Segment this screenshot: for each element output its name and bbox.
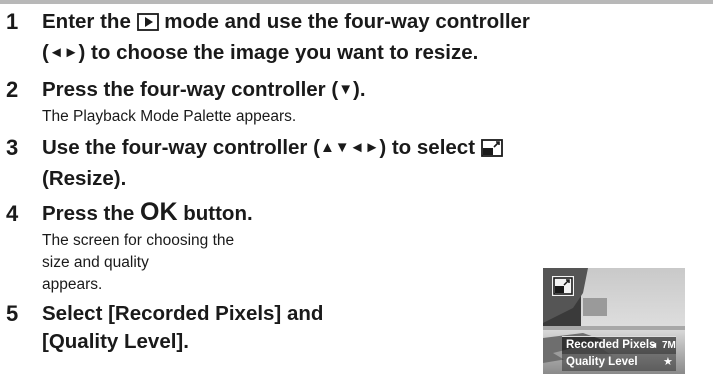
step-title: Press the OK button. [42,198,253,226]
step-title: Select [Recorded Pixels] and [42,302,324,325]
resize-settings-menu: Recorded Pixels ◄ 7M Quality Level ★ [562,336,676,371]
ok-button-label: OK [140,198,178,226]
camera-screen-image: Recorded Pixels ◄ 7M Quality Level ★ [543,268,685,374]
step-title: Enter the mode and use the four-way cont… [42,8,530,39]
recorded-pixels-value: 7M [662,340,676,351]
resize-icon [551,275,575,297]
step-number: 2 [6,77,19,102]
step-title: Press the four-way controller (▼). [42,78,366,101]
step-title: Use the four-way controller (▲▼◄►) to se… [42,134,503,165]
step-number: 4 [6,201,19,226]
quality-star-icon: ★ [663,356,673,368]
down-arrow: ▼ [338,81,354,98]
top-rule [0,0,713,4]
step-number: 5 [6,301,19,326]
step-number: 1 [6,9,19,34]
resize-icon [480,137,503,165]
left-arrow-icon: ◄ [649,340,658,350]
step-number: 3 [6,135,19,160]
quality-level-row[interactable]: Quality Level ★ [562,354,676,371]
step-description: The screen for choosing the size and qua… [42,232,235,293]
playback-icon [136,11,159,39]
left-right-arrows: ◄► [48,44,79,61]
four-way-arrows: ▲▼◄► [319,139,380,156]
recorded-pixels-row[interactable]: Recorded Pixels ◄ 7M [562,336,676,354]
step-description: The Playback Mode Palette appears. [42,108,297,125]
